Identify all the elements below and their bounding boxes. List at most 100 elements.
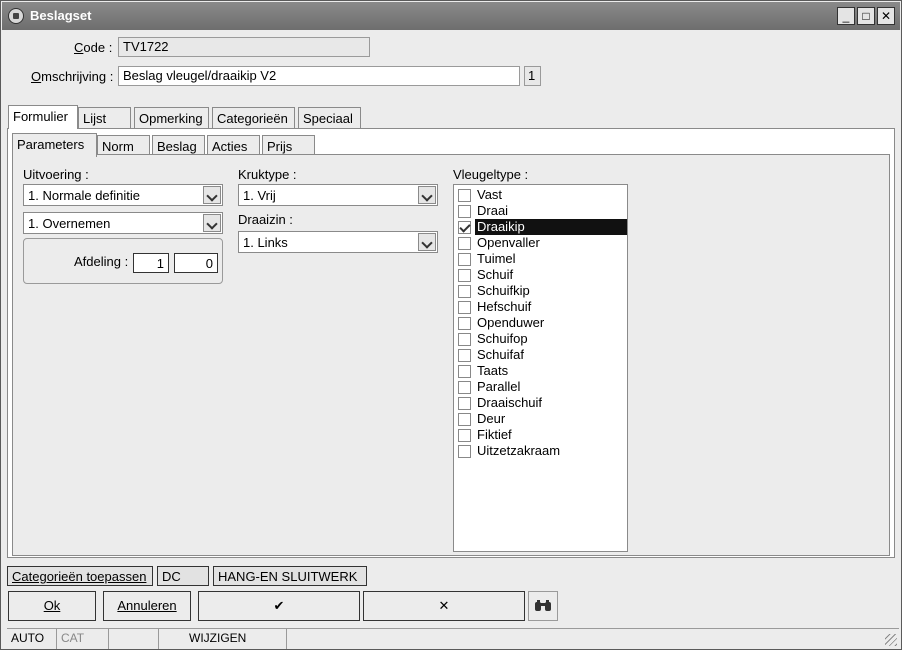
checkbox[interactable] xyxy=(458,221,471,234)
vleugeltype-item[interactable]: Openvaller xyxy=(458,235,626,251)
tab-speciaal[interactable]: Speciaal xyxy=(298,107,361,129)
vleugeltype-label: Tuimel xyxy=(477,251,516,266)
annuleren-label: Annuleren xyxy=(117,598,177,613)
draaizin-select[interactable]: 1. Links xyxy=(238,231,438,253)
tab-opmerking[interactable]: Opmerking xyxy=(134,107,209,129)
kruktype-label: Kruktype : xyxy=(238,167,297,182)
tab-formulier[interactable]: Formulier xyxy=(8,105,78,129)
checkbox[interactable] xyxy=(458,397,471,410)
vleugeltype-label: Openvaller xyxy=(477,235,540,250)
checkbox[interactable] xyxy=(458,333,471,346)
vleugeltype-item[interactable]: Schuifkip xyxy=(458,283,626,299)
afdeling-field-2[interactable]: 0 xyxy=(174,253,218,273)
status-cat: CAT xyxy=(57,629,109,649)
chevron-down-icon[interactable] xyxy=(418,186,436,204)
tab-lijst[interactable]: Lijst xyxy=(78,107,131,129)
checkbox[interactable] xyxy=(458,349,471,362)
vleugeltype-item[interactable]: Draaischuif xyxy=(458,395,626,411)
vleugeltype-label: Schuifop xyxy=(477,331,528,346)
vleugeltype-item[interactable]: Schuif xyxy=(458,267,626,283)
annuleren-button[interactable]: Annuleren xyxy=(103,591,191,621)
window-title: Beslagset xyxy=(30,8,92,23)
kruktype-value: 1. Vrij xyxy=(243,188,276,203)
vleugeltype-label: Uitzetzakraam xyxy=(477,443,561,458)
vleugeltype-item[interactable]: Schuifop xyxy=(458,331,626,347)
chevron-down-icon[interactable] xyxy=(418,233,436,251)
ok-label: Ok xyxy=(43,598,61,613)
vleugeltype-label: Schuif xyxy=(477,267,514,282)
afdeling-field-1[interactable]: 1 xyxy=(133,253,169,273)
vleugeltype-item[interactable]: Parallel xyxy=(458,379,626,395)
uitvoering-select[interactable]: 1. Normale definitie xyxy=(23,184,223,206)
minimize-button[interactable]: _ xyxy=(837,7,855,25)
vleugeltype-label: Parallel xyxy=(477,379,521,394)
title-bar[interactable]: Beslagset _ □ ✕ xyxy=(2,2,900,30)
checkbox[interactable] xyxy=(458,317,471,330)
checkbox[interactable] xyxy=(458,285,471,298)
checkbox[interactable] xyxy=(458,237,471,250)
vleugeltype-list[interactable]: Vast Draai Draaikip Openvaller Tuimel Schuif S… xyxy=(453,184,628,552)
vleugeltype-item[interactable]: Uitzetzakraam xyxy=(458,443,626,459)
checkbox[interactable] xyxy=(458,205,471,218)
code-field[interactable]: TV1722 xyxy=(118,37,370,57)
cancel-button[interactable]: ✕ xyxy=(363,591,525,621)
ok-button[interactable]: Ok xyxy=(8,591,96,621)
vleugeltype-label: Deur xyxy=(477,411,506,426)
chevron-down-icon[interactable] xyxy=(203,186,221,204)
vleugeltype-item[interactable]: Deur xyxy=(458,411,626,427)
close-button[interactable]: ✕ xyxy=(877,7,895,25)
checkbox[interactable] xyxy=(458,381,471,394)
status-empty xyxy=(109,629,159,649)
checkbox[interactable] xyxy=(458,429,471,442)
vleugeltype-item[interactable]: Draai xyxy=(458,203,626,219)
beslagset-window: Beslagset _ □ ✕ Code : TV1722 Omschrijvi… xyxy=(0,0,902,650)
categorieen-toepassen-label: Categorieën toepassen xyxy=(12,569,147,584)
omschrijving-label: Omschrijving : xyxy=(31,69,114,84)
vleugeltype-label: Draai xyxy=(477,203,509,218)
vleugeltype-item[interactable]: Openduwer xyxy=(458,315,626,331)
status-auto: AUTO xyxy=(7,629,57,649)
vleugeltype-label: Taats xyxy=(477,363,509,378)
checkbox[interactable] xyxy=(458,445,471,458)
search-button[interactable] xyxy=(528,591,558,621)
uitvoering-label: Uitvoering : xyxy=(23,167,89,182)
omschrijving-field[interactable]: Beslag vleugel/draaikip V2 xyxy=(118,66,520,86)
checkmark-icon: ✔ xyxy=(273,598,285,613)
vleugeltype-item[interactable]: Tuimel xyxy=(458,251,626,267)
tab-categorieen[interactable]: Categorieën xyxy=(212,107,295,129)
checkbox[interactable] xyxy=(458,413,471,426)
vleugeltype-item[interactable]: Vast xyxy=(458,187,626,203)
checkbox[interactable] xyxy=(458,269,471,282)
categorieen-toepassen-button[interactable]: Categorieën toepassen xyxy=(7,566,153,586)
checkbox[interactable] xyxy=(458,189,471,202)
vleugeltype-item[interactable]: Draaikip xyxy=(458,218,627,236)
code-label: Code : xyxy=(74,40,113,55)
app-icon[interactable] xyxy=(8,8,24,24)
checkbox[interactable] xyxy=(458,253,471,266)
chevron-down-icon[interactable] xyxy=(203,214,221,232)
binoculars-icon xyxy=(535,600,551,611)
vleugeltype-label: Vleugeltype : xyxy=(453,167,529,182)
confirm-button[interactable]: ✔ xyxy=(198,591,360,621)
uitvoering-value: 1. Normale definitie xyxy=(28,188,140,203)
checkbox[interactable] xyxy=(458,301,471,314)
vleugeltype-label: Schuifaf xyxy=(477,347,524,362)
vleugeltype-item[interactable]: Hefschuif xyxy=(458,299,626,315)
kruktype-select[interactable]: 1. Vrij xyxy=(238,184,438,206)
formulier-panel: Parameters Norm Beslag Acties Prijs Uitv… xyxy=(7,128,895,558)
tab-parameters[interactable]: Parameters xyxy=(12,133,97,157)
resize-grip[interactable] xyxy=(885,634,897,646)
overnemen-select[interactable]: 1. Overnemen xyxy=(23,212,223,234)
omschrijving-count: 1 xyxy=(524,66,541,86)
vleugeltype-label: Openduwer xyxy=(477,315,545,330)
overnemen-value: 1. Overnemen xyxy=(28,216,111,231)
vleugeltype-item[interactable]: Schuifaf xyxy=(458,347,626,363)
vleugeltype-item[interactable]: Fiktief xyxy=(458,427,626,443)
checkbox[interactable] xyxy=(458,365,471,378)
maximize-button[interactable]: □ xyxy=(857,7,875,25)
draaizin-value: 1. Links xyxy=(243,235,288,250)
status-wijzigen: WIJZIGEN xyxy=(159,629,287,649)
vleugeltype-label: Fiktief xyxy=(477,427,512,442)
vleugeltype-label: Schuifkip xyxy=(477,283,530,298)
vleugeltype-item[interactable]: Taats xyxy=(458,363,626,379)
